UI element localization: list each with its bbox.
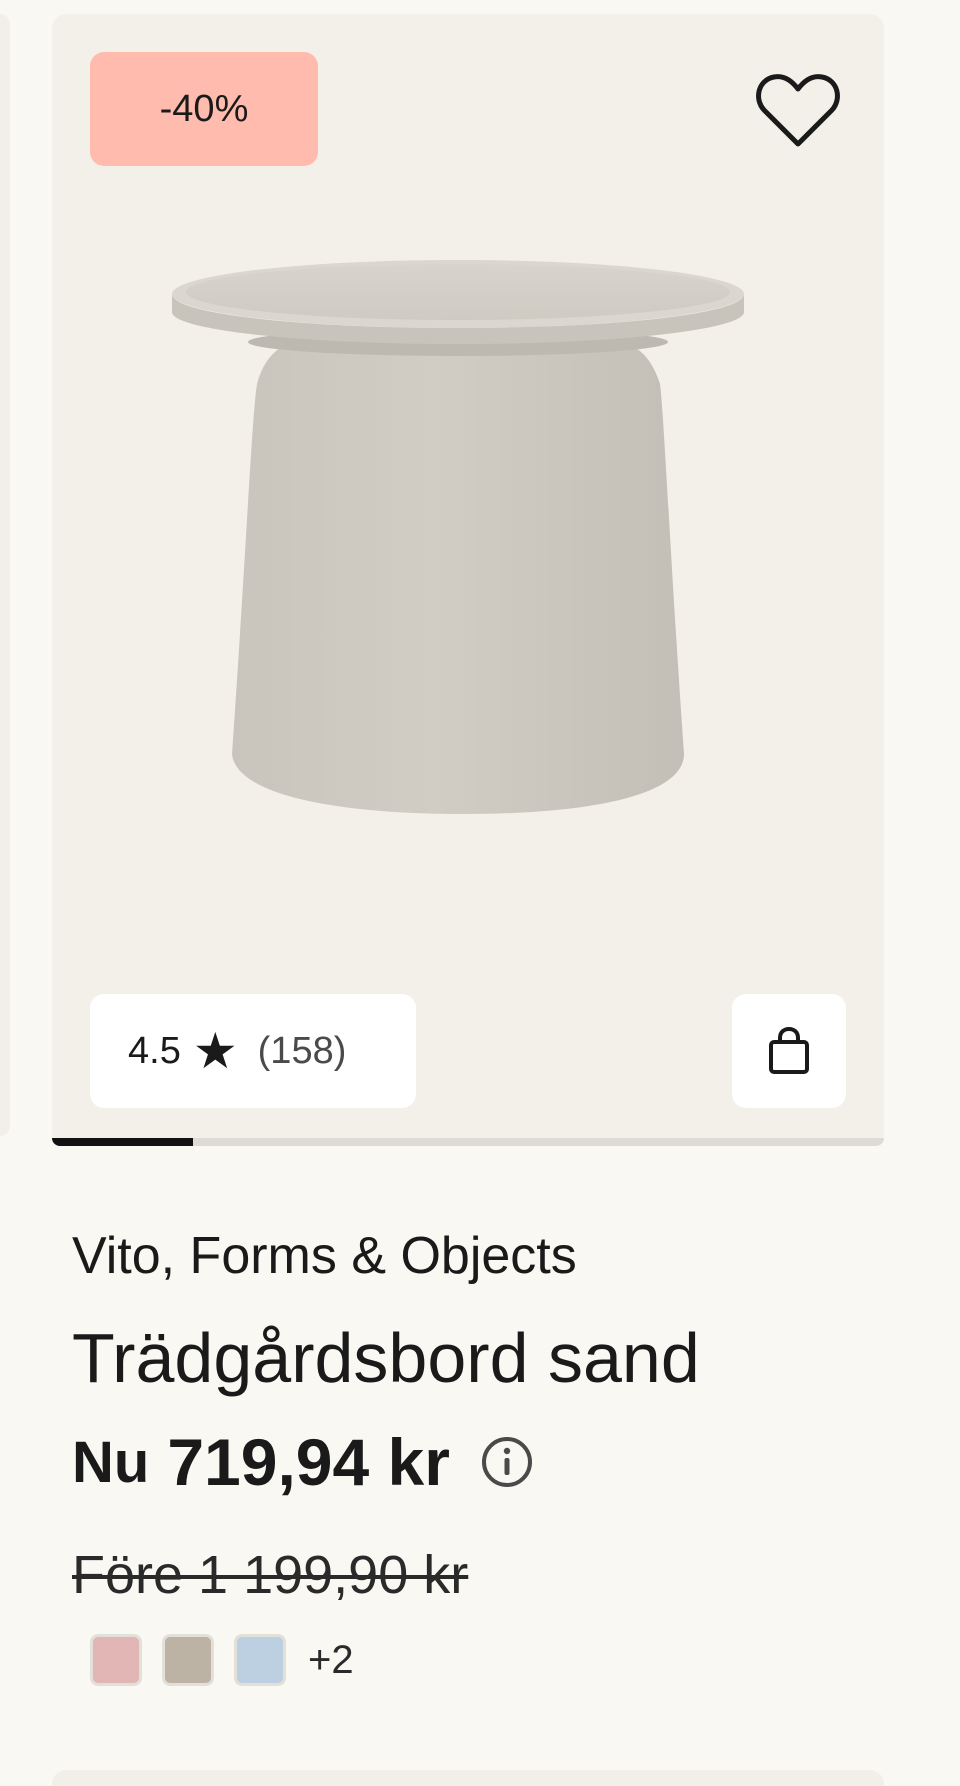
heart-outline-icon <box>756 74 840 147</box>
product-image[interactable] <box>52 234 884 974</box>
rating-count: (158) <box>257 1029 347 1072</box>
product-listing-page: -40% 4.5 ★ (158) Vito, Forms & Objects T… <box>0 0 960 1786</box>
info-icon[interactable] <box>480 1435 534 1489</box>
rating-chip[interactable]: 4.5 ★ (158) <box>90 994 416 1108</box>
product-card-image-area[interactable]: -40% 4.5 ★ (158) <box>52 14 884 1146</box>
favorite-button[interactable] <box>746 58 850 162</box>
next-product-card-edge[interactable] <box>52 1770 884 1786</box>
discount-badge-label: -40% <box>159 87 249 130</box>
color-swatch-blue[interactable] <box>234 1634 286 1686</box>
original-price: Före 1 199,90 kr <box>72 1545 469 1605</box>
discount-badge: -40% <box>90 52 318 166</box>
current-price: 719,94 kr <box>167 1425 450 1499</box>
color-swatches: +2 <box>90 1634 354 1686</box>
color-swatch-sand[interactable] <box>162 1634 214 1686</box>
star-icon: ★ <box>192 1023 238 1079</box>
previous-product-card-edge[interactable] <box>0 14 10 1136</box>
color-swatch-pink[interactable] <box>90 1634 142 1686</box>
add-to-cart-button[interactable] <box>732 994 846 1108</box>
image-carousel-progress <box>52 1138 884 1146</box>
image-carousel-progress-fill <box>52 1138 194 1146</box>
product-brand[interactable]: Vito, Forms & Objects <box>72 1226 577 1286</box>
more-colors-count[interactable]: +2 <box>308 1638 354 1683</box>
rating-score: 4.5 <box>128 1029 181 1072</box>
price-prefix: Nu <box>72 1429 150 1495</box>
shopping-bag-icon <box>769 1026 809 1074</box>
product-title[interactable]: Trädgårdsbord sand <box>72 1318 700 1398</box>
current-price-row: Nu 719,94 kr <box>72 1424 534 1500</box>
